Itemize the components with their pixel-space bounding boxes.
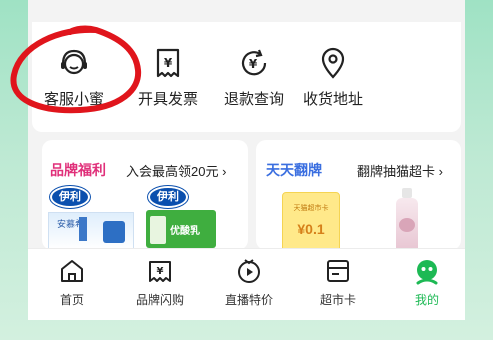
profile-icon <box>416 260 438 285</box>
flash-sale-icon: ¥ <box>149 261 171 282</box>
app-screen: 客服小蜜 ¥ 开具发票 ¥ 退款查询 收货地址 品牌福利 入会最高领20元 › … <box>28 0 465 320</box>
yili-logo-text-2: 伊利 <box>157 191 179 203</box>
location-icon <box>321 47 345 79</box>
live-icon <box>238 259 260 283</box>
refund-query-label: 退款查询 <box>223 91 284 108</box>
tab-brand-flash-label: 品牌闪购 <box>135 293 184 307</box>
yili-logo-2: 伊利 <box>148 186 188 208</box>
tab-profile[interactable]: 我的 <box>387 257 465 308</box>
daily-flip-title: 天天翻牌 <box>266 162 322 178</box>
customer-service-icon <box>61 49 87 75</box>
invoice-button[interactable]: ¥ 开具发票 <box>128 46 208 109</box>
yousuanru-box: 优酸乳 <box>146 210 216 248</box>
bottle-cap <box>402 188 412 198</box>
tab-supermarket-card[interactable]: 超市卡 <box>298 257 378 308</box>
brand-welfare-card[interactable]: 品牌福利 入会最高领20元 › 伊利 安慕希 伊利 优酸乳 <box>42 140 248 250</box>
customer-service-button[interactable]: 客服小蜜 <box>34 46 114 109</box>
tab-profile-label: 我的 <box>414 293 439 307</box>
product-image-yousuanru[interactable]: 伊利 优酸乳 <box>146 186 232 248</box>
address-label: 收货地址 <box>302 91 363 108</box>
tab-live-label: 直播特价 <box>224 293 273 307</box>
bottle-body <box>396 198 418 250</box>
bottom-tab-bar: 首页 ¥ 品牌闪购 直播特价 超市卡 我的 <box>28 248 465 320</box>
tab-supermarket-card-label: 超市卡 <box>319 293 356 307</box>
tab-home[interactable]: 首页 <box>32 257 112 308</box>
refund-query-button[interactable]: ¥ 退款查询 <box>214 46 294 109</box>
supermarket-card-label: 天猫超市卡 <box>293 205 329 212</box>
invoice-icon: ¥ <box>156 48 180 78</box>
bottle-flower <box>399 218 415 232</box>
address-button[interactable]: 收货地址 <box>293 46 373 109</box>
services-card: 客服小蜜 ¥ 开具发票 ¥ 退款查询 收货地址 <box>32 22 461 132</box>
tab-brand-flash[interactable]: ¥ 品牌闪购 <box>120 257 200 308</box>
refund-icon: ¥ <box>241 49 267 76</box>
brand-welfare-title: 品牌福利 <box>50 162 106 178</box>
anmuxi-box: 安慕希 <box>48 212 134 250</box>
card-icon <box>327 260 349 282</box>
customer-service-label: 客服小蜜 <box>43 91 104 108</box>
tab-home-label: 首页 <box>59 293 84 307</box>
tab-live[interactable]: 直播特价 <box>209 257 289 308</box>
bottle-shape <box>79 217 87 241</box>
invoice-label: 开具发票 <box>137 91 198 108</box>
supermarket-card-image[interactable]: 天猫超市卡 ¥0.1 <box>282 192 340 252</box>
home-icon <box>61 260 83 282</box>
supermarket-card-value: ¥0.1 <box>297 221 325 237</box>
brand-welfare-subtitle[interactable]: 入会最高领20元 › <box>126 161 226 180</box>
svg-text:¥: ¥ <box>157 266 164 277</box>
daily-flip-card[interactable]: 天天翻牌 翻牌抽猫超卡 › 天猫超市卡 ¥0.1 <box>256 140 461 252</box>
daily-flip-subtitle[interactable]: 翻牌抽猫超卡 › <box>357 161 443 180</box>
svg-text:¥: ¥ <box>164 56 173 70</box>
yili-logo: 伊利 <box>50 186 90 208</box>
yousuanru-text: 优酸乳 <box>170 226 200 237</box>
box-shape <box>103 221 125 243</box>
drink-carton <box>150 216 166 244</box>
yili-logo-text: 伊利 <box>59 191 81 203</box>
shower-gel-product-image[interactable] <box>396 188 418 250</box>
svg-text:¥: ¥ <box>249 57 258 71</box>
product-image-anmuxi[interactable]: 伊利 安慕希 <box>48 186 134 250</box>
